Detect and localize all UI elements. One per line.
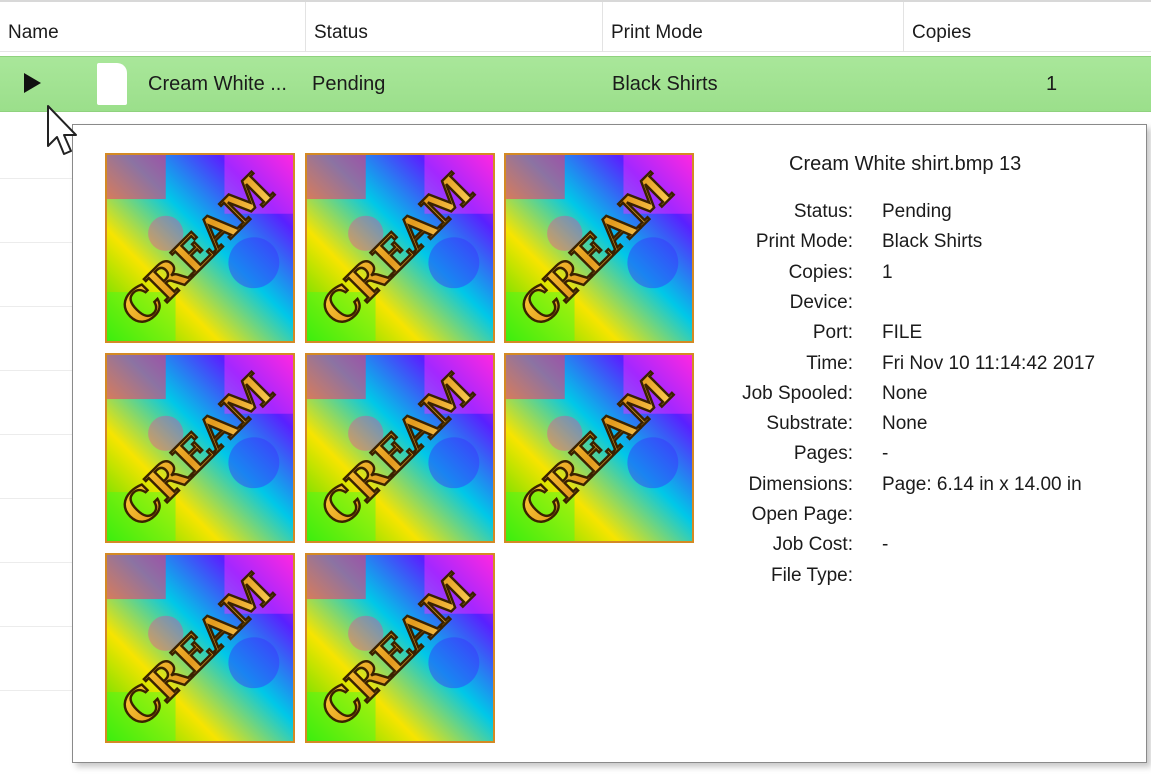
job-status-cell: Pending	[312, 73, 386, 95]
detail-value: None	[882, 413, 928, 435]
list-row-divider	[0, 178, 72, 179]
list-row-divider	[0, 434, 72, 435]
list-row-divider	[0, 626, 72, 627]
list-row-divider	[0, 498, 72, 499]
detail-label: Open Page:	[751, 504, 853, 525]
detail-row-job-cost: Job Cost: -	[73, 534, 1148, 564]
detail-value: Page: 6.14 in x 14.00 in	[882, 473, 1082, 495]
detail-label: Job Spooled:	[742, 382, 853, 404]
job-details-tooltip: CREAM CREAM CREAM CREAM CREAM CREAM CREAM CREAM…	[72, 124, 1147, 763]
column-header-copies[interactable]: Copies	[904, 2, 1151, 52]
detail-row-time: Time: Fri Nov 10 11:14:42 2017	[73, 353, 1148, 383]
detail-row-job-spooled: Job Spooled: None	[73, 383, 1148, 413]
detail-row-file-type: File Type:	[73, 565, 1148, 595]
detail-row-open-page: Open Page:	[73, 504, 1148, 534]
job-row-selected[interactable]: Cream White ... Pending Black Shirts 1	[0, 56, 1151, 112]
detail-value: Pending	[882, 201, 952, 222]
detail-value: -	[882, 534, 889, 556]
detail-label: Print Mode:	[755, 231, 853, 253]
detail-label: Job Cost:	[772, 534, 853, 556]
detail-row-pages: Pages: -	[73, 443, 1148, 473]
column-header-status[interactable]: Status	[306, 2, 603, 52]
detail-row-port: Port: FILE	[73, 322, 1148, 352]
detail-label: Copies:	[788, 261, 853, 283]
detail-label: Substrate:	[766, 413, 853, 435]
column-header-print-mode[interactable]: Print Mode	[603, 2, 904, 52]
detail-label: Pages:	[793, 443, 853, 465]
detail-value: -	[882, 443, 889, 465]
job-name-cell: Cream White ...	[148, 73, 287, 95]
expand-arrow-icon[interactable]	[24, 73, 41, 93]
detail-row-dimensions: Dimensions: Page: 6.14 in x 14.00 in	[73, 474, 1148, 504]
job-copies-cell: 1	[1046, 73, 1058, 95]
detail-value: Fri Nov 10 11:14:42 2017	[882, 352, 1096, 374]
detail-label: Dimensions:	[748, 473, 853, 495]
tooltip-title: Cream White shirt.bmp 13	[789, 153, 1022, 175]
detail-label: Time:	[806, 352, 853, 374]
job-print-mode-cell: Black Shirts	[612, 73, 718, 95]
mouse-cursor-icon	[47, 105, 77, 155]
detail-label: Device:	[789, 291, 853, 313]
detail-row-device: Device:	[73, 292, 1148, 322]
document-icon	[97, 63, 127, 105]
detail-label: File Type:	[770, 564, 853, 586]
detail-row-copies: Copies: 1	[73, 262, 1148, 292]
detail-value: None	[882, 382, 928, 404]
detail-row-substrate: Substrate: None	[73, 413, 1148, 443]
detail-value: Black Shirts	[882, 231, 983, 253]
column-header-bar: Name Status Print Mode Copies	[0, 0, 1151, 52]
detail-row-print-mode: Print Mode: Black Shirts	[73, 231, 1148, 261]
print-queue-window: Name Status Print Mode Copies Cream Whit…	[0, 0, 1151, 779]
column-header-name[interactable]: Name	[0, 2, 306, 52]
list-row-divider	[0, 370, 72, 371]
list-row-divider	[0, 242, 72, 243]
detail-label: Status:	[793, 201, 853, 222]
detail-value: FILE	[882, 322, 923, 344]
list-row-divider	[0, 562, 72, 563]
detail-label: Port:	[812, 322, 853, 344]
detail-row-status: Status: Pending	[73, 201, 1148, 231]
detail-value: 1	[882, 261, 893, 283]
list-row-divider	[0, 690, 72, 691]
list-row-divider	[0, 306, 72, 307]
